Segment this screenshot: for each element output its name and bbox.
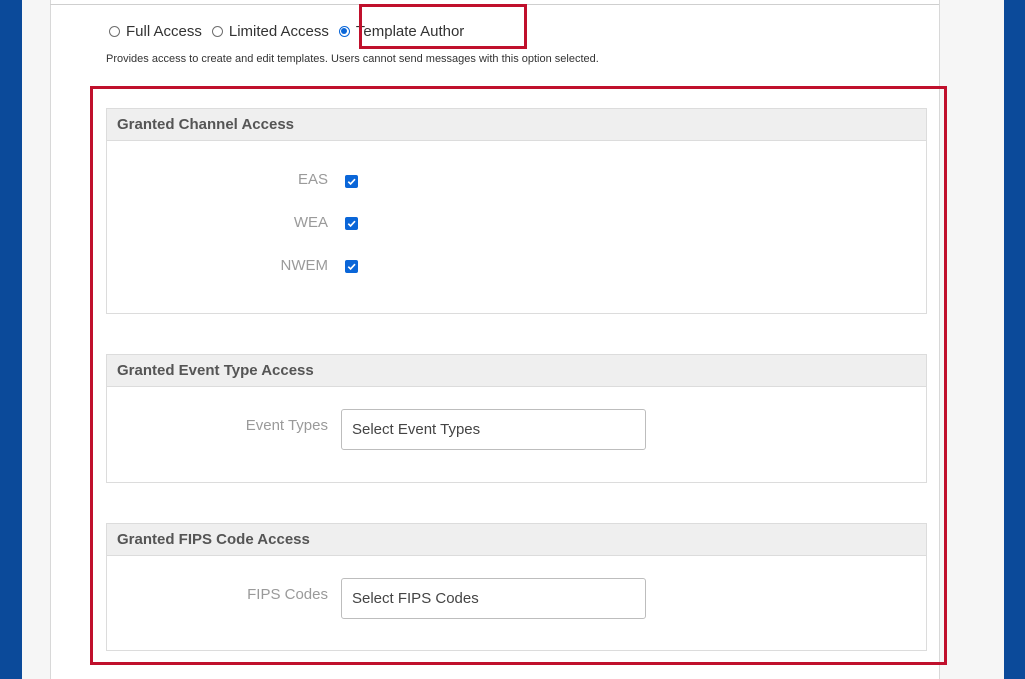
channel-label-eas: EAS — [297, 171, 328, 188]
radio-label: Limited Access — [228, 22, 329, 40]
radio-label: Full Access — [126, 22, 202, 40]
fips-codes-select[interactable]: Select FIPS Codes — [341, 578, 646, 619]
radio-button[interactable] — [338, 25, 350, 37]
panel-title: Granted Event Type Access — [107, 355, 926, 387]
radio-button[interactable] — [109, 25, 120, 37]
radio-limited-access[interactable]: Limited Access — [211, 22, 329, 40]
fips-codes-label: FIPS Codes — [247, 586, 328, 603]
channel-access-panel: Granted Channel Access — [106, 108, 927, 314]
radio-full-access[interactable]: Full Access — [109, 23, 202, 40]
eas-checkbox[interactable] — [345, 175, 358, 188]
radio-button[interactable] — [211, 25, 223, 37]
access-description: Provides access to create and edit templ… — [106, 53, 599, 65]
panel-title: Granted FIPS Code Access — [107, 524, 926, 556]
event-types-select[interactable]: Select Event Types — [341, 409, 646, 450]
panel-title: Granted Channel Access — [107, 109, 926, 141]
channel-label-wea: WEA — [293, 214, 328, 231]
event-types-label: Event Types — [245, 417, 328, 434]
wea-checkbox[interactable] — [345, 217, 358, 230]
highlight-box — [359, 4, 527, 49]
channel-label-nwem: NWEM — [280, 257, 329, 274]
nwem-checkbox[interactable] — [345, 260, 358, 273]
